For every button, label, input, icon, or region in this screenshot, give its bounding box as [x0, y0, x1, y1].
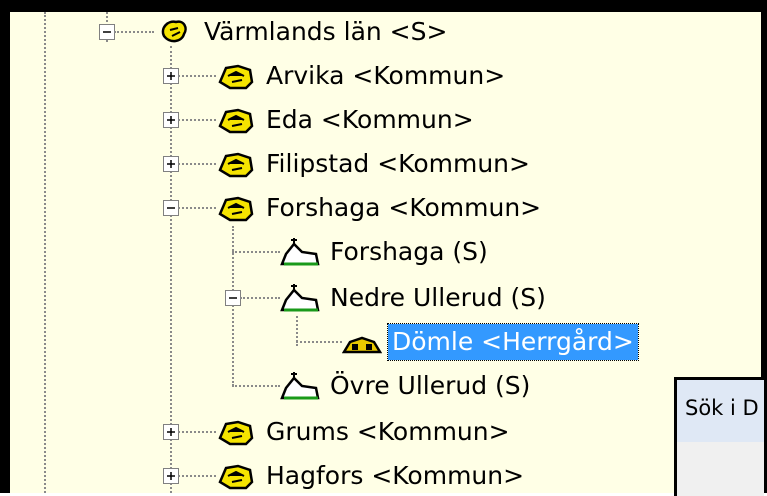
tree-branch-line: [240, 297, 280, 299]
tree-node-label: Grums <Kommun>: [266, 417, 510, 446]
municipality-icon: [218, 196, 254, 222]
app-window: Värmlands län <S> Arvika <Kommun> Eda <K…: [0, 0, 767, 496]
tree-node[interactable]: Forshaga (S): [280, 232, 492, 272]
tree-branch-line: [232, 385, 280, 387]
tree-branch-line: [232, 251, 280, 253]
tree-branch-line: [178, 119, 216, 121]
manor-icon: [342, 336, 382, 354]
tree-node-label: Forshaga (S): [330, 237, 488, 266]
parish-icon: [280, 284, 320, 312]
tree-view[interactable]: Värmlands län <S> Arvika <Kommun> Eda <K…: [10, 12, 761, 493]
tree-node-label: Forshaga <Kommun>: [266, 193, 542, 222]
dialog-partial-text: F: [763, 464, 767, 489]
tree-branch-line: [178, 163, 216, 165]
parish-icon: [280, 372, 320, 400]
tree-node[interactable]: Hagfors <Kommun>: [216, 456, 528, 496]
municipality-icon: [218, 64, 254, 90]
province-icon: [161, 20, 187, 43]
tree-node[interactable]: Nedre Ullerud (S): [280, 278, 550, 318]
tree-node[interactable]: Arvika <Kommun>: [216, 56, 509, 96]
tree-node[interactable]: Övre Ullerud (S): [280, 366, 534, 406]
tree-node-selected[interactable]: Dömle <Herrgård>: [342, 322, 639, 362]
tree-node[interactable]: Filipstad <Kommun>: [216, 144, 534, 184]
window-border-left: [0, 0, 10, 493]
municipality-icon: [218, 108, 254, 134]
parish-icon: [280, 238, 320, 266]
tree-node[interactable]: Eda <Kommun>: [216, 100, 478, 140]
tree-node-label: Eda <Kommun>: [266, 105, 474, 134]
collapse-toggle[interactable]: [163, 200, 179, 216]
tree-guide-line: [232, 226, 234, 386]
tree-node-label: Filipstad <Kommun>: [266, 149, 530, 178]
municipality-icon: [218, 420, 254, 446]
tree-node-label: Övre Ullerud (S): [330, 371, 531, 400]
tree-node[interactable]: Värmlands län <S>: [154, 12, 451, 52]
expand-toggle[interactable]: [163, 468, 179, 484]
municipality-icon: [218, 152, 254, 178]
municipality-icon: [218, 464, 254, 490]
tree-branch-line: [178, 475, 216, 477]
tree-node-label: Arvika <Kommun>: [266, 61, 506, 90]
tree-node-label: Hagfors <Kommun>: [266, 461, 525, 490]
collapse-toggle[interactable]: [225, 290, 241, 306]
tree-node-label: Värmlands län <S>: [204, 17, 448, 46]
tree-node-label: Dömle <Herrgård>: [387, 323, 639, 361]
tree-branch-line: [114, 31, 154, 33]
expand-toggle[interactable]: [163, 68, 179, 84]
tree-branch-line: [296, 341, 342, 343]
tree-branch-line: [178, 431, 216, 433]
expand-toggle[interactable]: [163, 112, 179, 128]
tree-node[interactable]: Grums <Kommun>: [216, 412, 514, 452]
tree-branch-line: [178, 75, 216, 77]
collapse-toggle[interactable]: [99, 24, 115, 40]
search-dialog[interactable]: Sök i D F: [674, 377, 767, 496]
tree-node[interactable]: Forshaga <Kommun>: [216, 188, 545, 228]
expand-toggle[interactable]: [163, 424, 179, 440]
expand-toggle[interactable]: [163, 156, 179, 172]
tree-branch-line: [178, 207, 216, 209]
tree-node-label: Nedre Ullerud (S): [330, 283, 546, 312]
tree-guide-line: [44, 12, 46, 493]
dialog-title: Sök i D: [677, 380, 764, 442]
window-border-top: [0, 0, 767, 12]
